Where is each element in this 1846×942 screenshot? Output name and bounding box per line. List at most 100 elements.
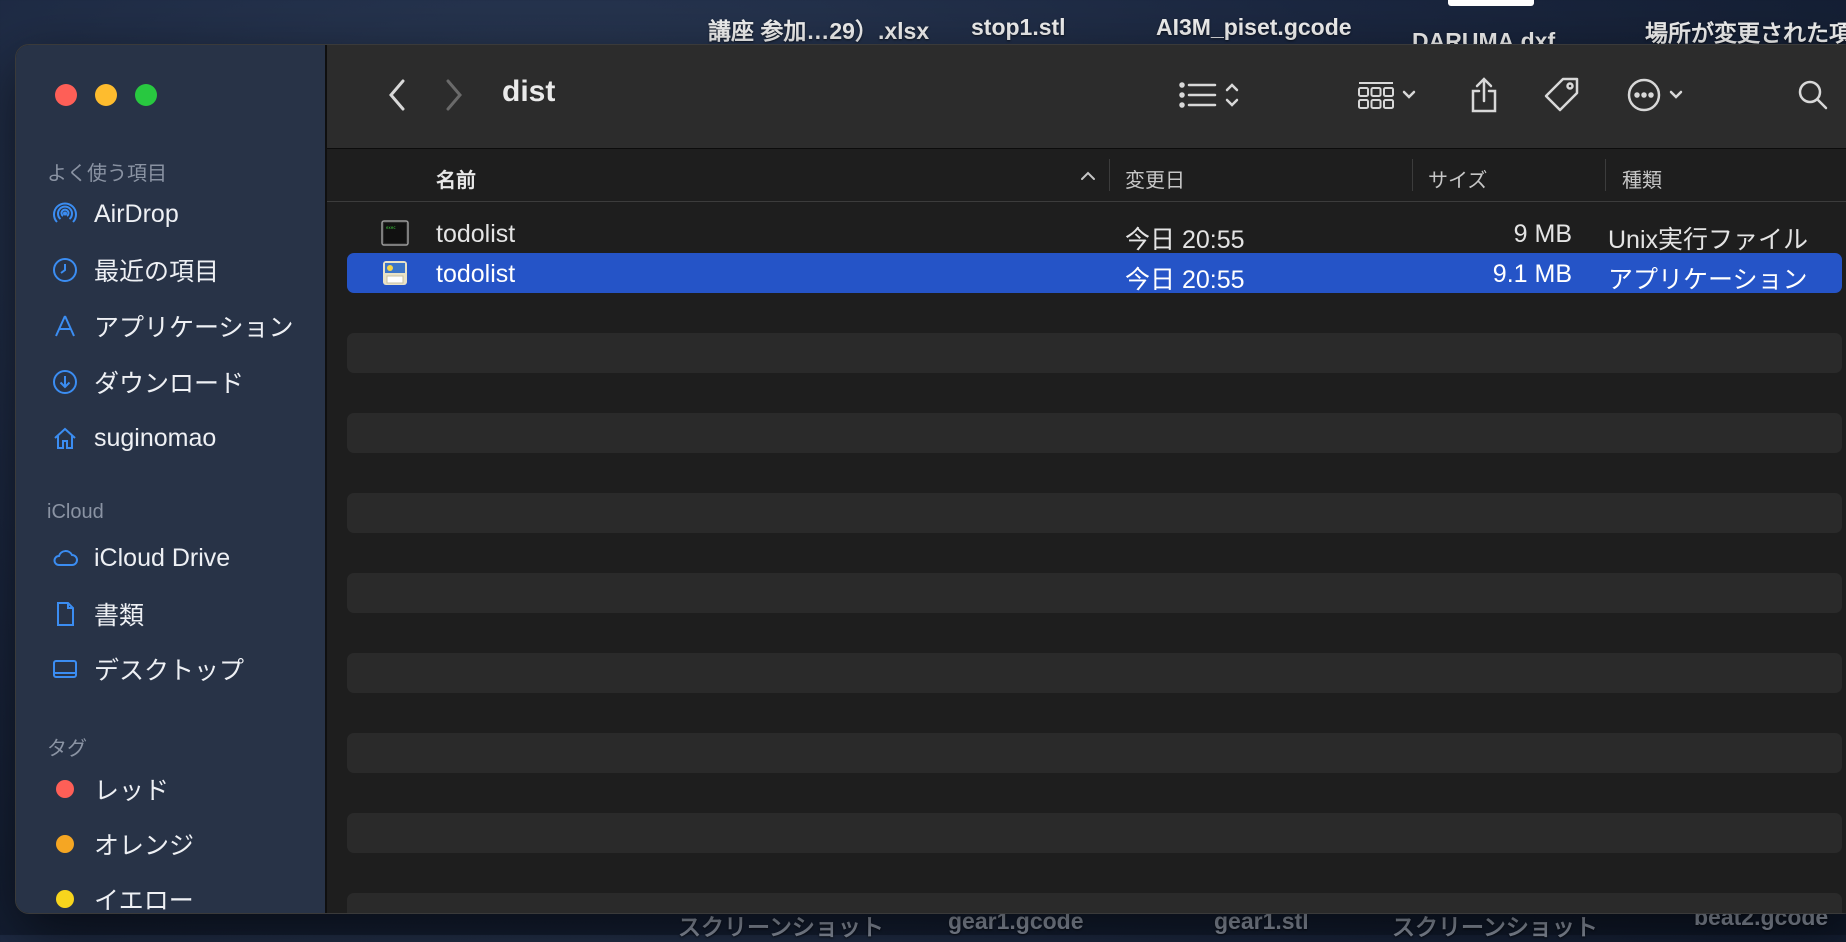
search-button[interactable] — [1797, 75, 1829, 115]
sidebar-section-favorites: よく使う項目 — [47, 163, 167, 185]
sidebar-section-icloud: iCloud — [47, 501, 104, 523]
more-icon — [1627, 78, 1661, 112]
forward-icon — [446, 79, 462, 111]
sidebar-tag-yellow[interactable]: イエロー — [50, 877, 310, 914]
sidebar-item-label: アプリケーション — [94, 314, 294, 342]
sidebar-tag-red[interactable]: レッド — [50, 767, 310, 811]
file-size: 9 MB — [1513, 220, 1572, 248]
zoom-button[interactable] — [135, 84, 157, 106]
list-view-icon — [1179, 82, 1217, 108]
file-list: exec todolist 今日 20:55 9 MB Unix実行ファイル t… — [347, 213, 1842, 913]
airdrop-icon — [50, 199, 80, 229]
file-name: todolist — [436, 260, 516, 288]
column-divider[interactable] — [1605, 159, 1606, 191]
sidebar-item-label: デスクトップ — [94, 657, 245, 685]
empty-row-stripe — [347, 893, 1842, 913]
sidebar-item-label: イエロー — [94, 887, 194, 914]
minimize-button[interactable] — [95, 84, 117, 106]
sidebar-item-label: suginomao — [94, 423, 217, 452]
chevron-updown-icon — [1225, 83, 1239, 107]
sidebar-section-tags: タグ — [47, 738, 87, 760]
empty-row-stripe — [347, 653, 1842, 693]
chevron-down-icon — [1402, 90, 1416, 99]
column-name[interactable]: 名前 — [436, 164, 476, 193]
column-kind[interactable]: 種類 — [1622, 164, 1662, 193]
chevron-down-icon — [1669, 90, 1683, 99]
tag-button[interactable] — [1543, 75, 1581, 115]
back-icon — [389, 79, 405, 111]
sidebar-item-label: オレンジ — [94, 832, 195, 860]
applications-icon — [50, 311, 80, 341]
yellow-tag-icon — [56, 890, 74, 908]
sidebar-item-label: iCloud Drive — [94, 543, 231, 572]
search-icon — [1798, 80, 1828, 110]
sidebar-item-applications[interactable]: アプリケーション — [50, 304, 310, 348]
file-browser: dist 名前 変更日 サイズ 種類 exec todolist 今日 20:5… — [327, 45, 1846, 913]
home-icon — [50, 423, 80, 453]
column-divider[interactable] — [1109, 159, 1110, 191]
empty-row-stripe — [347, 493, 1842, 533]
sidebar: よく使う項目 AirDrop 最近の項目 アプリケーション ダウンロード sug… — [16, 45, 327, 913]
forward-button[interactable] — [437, 75, 471, 115]
sort-ascending-icon — [1081, 171, 1095, 180]
app-icon — [383, 261, 407, 285]
orange-tag-icon — [56, 835, 74, 853]
sidebar-item-icloud-drive[interactable]: iCloud Drive — [50, 536, 310, 580]
sidebar-item-airdrop[interactable]: AirDrop — [50, 192, 310, 236]
group-button[interactable] — [1357, 75, 1417, 115]
desktop-file-label[interactable]: 講座 参加…29）.xlsx — [708, 12, 929, 46]
sidebar-item-recents[interactable]: 最近の項目 — [50, 248, 310, 292]
file-row[interactable]: exec todolist 今日 20:55 9 MB Unix実行ファイル — [347, 213, 1842, 254]
file-row-selected[interactable]: todolist 今日 20:55 9.1 MB アプリケーション — [347, 253, 1842, 294]
column-divider[interactable] — [1412, 159, 1413, 191]
file-kind: Unix実行ファイル — [1608, 226, 1809, 254]
svg-text:exec: exec — [386, 225, 396, 230]
terminal-exec-icon: exec — [381, 220, 409, 246]
sidebar-item-label: ダウンロード — [94, 370, 245, 398]
empty-row-stripe — [347, 733, 1842, 773]
desktop-file-thumbnail[interactable] — [1448, 0, 1534, 6]
desktop-file-label[interactable]: AI3M_piset.gcode — [1156, 14, 1352, 41]
sidebar-item-desktop[interactable]: デスクトップ — [50, 647, 310, 691]
sidebar-item-label: 最近の項目 — [94, 258, 220, 286]
desktop-file-label[interactable]: stop1.stl — [971, 14, 1066, 41]
empty-row-stripe — [347, 573, 1842, 613]
sidebar-item-label: AirDrop — [94, 199, 179, 228]
back-button[interactable] — [380, 75, 414, 115]
clock-icon — [50, 255, 80, 285]
column-modified[interactable]: 変更日 — [1125, 164, 1185, 193]
sidebar-item-label: レッド — [94, 777, 170, 805]
window-title: dist — [502, 75, 556, 108]
file-modified: 今日 20:55 — [1125, 226, 1245, 254]
sidebar-item-home[interactable]: suginomao — [50, 416, 310, 460]
tag-icon — [1544, 77, 1579, 112]
file-size: 9.1 MB — [1492, 260, 1572, 288]
sidebar-item-downloads[interactable]: ダウンロード — [50, 360, 310, 404]
finder-window: よく使う項目 AirDrop 最近の項目 アプリケーション ダウンロード sug… — [15, 44, 1846, 914]
column-header: 名前 変更日 サイズ 種類 — [327, 149, 1846, 202]
desktop-icon — [50, 654, 80, 684]
traffic-lights — [55, 84, 157, 106]
sidebar-tag-orange[interactable]: オレンジ — [50, 822, 310, 866]
view-options-button[interactable] — [1178, 75, 1240, 115]
column-size[interactable]: サイズ — [1428, 164, 1487, 193]
file-modified: 今日 20:55 — [1125, 266, 1245, 294]
desktop-file-label[interactable]: 場所が変更された項 — [1645, 14, 1846, 48]
empty-row-stripe — [347, 413, 1842, 453]
sidebar-item-documents[interactable]: 書類 — [50, 592, 310, 636]
more-actions-button[interactable] — [1626, 75, 1684, 115]
close-button[interactable] — [55, 84, 77, 106]
share-icon — [1471, 77, 1497, 113]
document-icon — [50, 599, 80, 629]
toolbar: dist — [327, 45, 1846, 149]
group-icon — [1358, 82, 1394, 109]
cloud-icon — [50, 543, 80, 573]
download-icon — [50, 367, 80, 397]
empty-row-stripe — [347, 333, 1842, 373]
sidebar-item-label: 書類 — [94, 602, 145, 630]
red-tag-icon — [56, 780, 74, 798]
file-name: todolist — [436, 220, 516, 248]
share-button[interactable] — [1469, 75, 1499, 115]
empty-row-stripe — [347, 813, 1842, 853]
file-kind: アプリケーション — [1608, 266, 1808, 294]
